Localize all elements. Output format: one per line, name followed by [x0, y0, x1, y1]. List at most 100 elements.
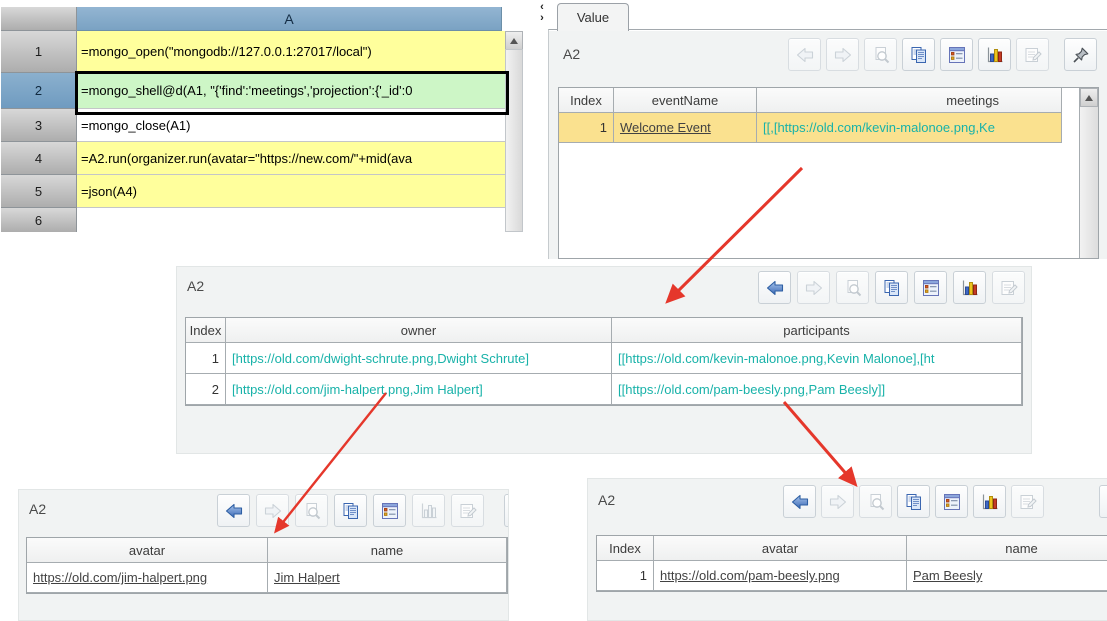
print-preview-button[interactable] [295, 494, 328, 527]
record-list-icon [921, 278, 941, 298]
properties-button[interactable] [451, 494, 484, 527]
properties-icon [999, 278, 1019, 298]
owner-array-cell[interactable]: [https://old.com/dwight-schrute.png,Dwig… [226, 343, 612, 374]
back-button[interactable] [788, 38, 821, 71]
value-table-scrollbar[interactable] [1079, 88, 1098, 258]
back-button[interactable] [783, 485, 816, 518]
select-all-corner[interactable] [1, 7, 77, 31]
back-button[interactable] [217, 494, 250, 527]
copy-button[interactable] [897, 485, 930, 518]
column-header-a[interactable]: A [77, 7, 502, 31]
index-cell: 1 [597, 561, 654, 591]
name-link-cell[interactable]: Jim Halpert [268, 563, 507, 593]
avatar-link-cell[interactable]: https://old.com/pam-beesly.png [654, 561, 907, 591]
pin-button[interactable] [504, 494, 509, 527]
chart-icon [985, 45, 1005, 65]
panel-splitter-arrows[interactable]: ‹ › [536, 2, 548, 32]
cell-a3[interactable]: =mongo_close(A1) [77, 109, 506, 142]
col-header-avatar: avatar [654, 536, 907, 561]
copy-button[interactable] [902, 38, 935, 71]
meetings-array-cell[interactable]: [[,[https://old.com/kevin-malonoe.png,Ke [757, 113, 1062, 143]
forward-icon [833, 45, 853, 65]
properties-button[interactable] [1016, 38, 1049, 71]
print-preview-icon [302, 501, 322, 521]
copy-icon [904, 492, 924, 512]
properties-icon [1018, 492, 1038, 512]
record-list-button[interactable] [935, 485, 968, 518]
record-list-icon [380, 501, 400, 521]
row-header-5[interactable]: 5 [1, 175, 77, 208]
chart-button[interactable] [973, 485, 1006, 518]
forward-button[interactable] [256, 494, 289, 527]
col-header-index: Index [186, 318, 226, 343]
col-header-owner: owner [226, 318, 612, 343]
print-preview-button[interactable] [864, 38, 897, 71]
chevron-right-icon: › [536, 13, 548, 24]
properties-icon [1023, 45, 1043, 65]
back-button[interactable] [758, 271, 791, 304]
copy-button[interactable] [875, 271, 908, 304]
print-preview-button[interactable] [859, 485, 892, 518]
chart-button[interactable] [412, 494, 445, 527]
row-header-3[interactable]: 3 [1, 109, 77, 142]
copy-icon [341, 501, 361, 521]
record-list-icon [947, 45, 967, 65]
sheet-vertical-scrollbar[interactable] [505, 49, 523, 232]
col-header-index: Index [597, 536, 654, 561]
print-preview-button[interactable] [836, 271, 869, 304]
col-header-participants: participants [612, 318, 1022, 343]
bottom-right-table-row: 1 https://old.com/pam-beesly.png Pam Bee… [597, 561, 1107, 591]
avatar-link-cell[interactable]: https://old.com/jim-halpert.png [27, 563, 268, 593]
name-link-cell[interactable]: Pam Beesly [907, 561, 1107, 591]
bottom-right-cell-ref: A2 [598, 492, 615, 508]
forward-button[interactable] [826, 38, 859, 71]
record-list-icon [942, 492, 962, 512]
middle-panel-toolbar [758, 271, 1025, 304]
participants-array-cell[interactable]: [[https://old.com/pam-beesly.png,Pam Bee… [612, 374, 1022, 405]
copy-button[interactable] [334, 494, 367, 527]
tab-value[interactable]: Value [557, 3, 629, 31]
value-scroll-up-button[interactable] [1080, 88, 1098, 107]
cell-a6[interactable] [77, 208, 506, 232]
row-header-6[interactable]: 6 [1, 208, 77, 232]
col-header-name: name [907, 536, 1107, 561]
back-icon [790, 492, 810, 512]
chart-button[interactable] [978, 38, 1011, 71]
properties-button[interactable] [992, 271, 1025, 304]
chart-button[interactable] [953, 271, 986, 304]
cell-a1[interactable]: =mongo_open("mongodb://127.0.0.1:27017/l… [77, 31, 506, 73]
record-list-button[interactable] [940, 38, 973, 71]
record-list-button[interactable] [914, 271, 947, 304]
row-header-1[interactable]: 1 [1, 31, 77, 73]
value-table-row: 1 Welcome Event [[,[https://old.com/kevi… [559, 113, 1098, 143]
eventname-link-cell[interactable]: Welcome Event [614, 113, 757, 143]
properties-button[interactable] [1011, 485, 1044, 518]
value-panel-toolbar [788, 38, 1097, 71]
middle-table-row: 2 [https://old.com/jim-halpert.png,Jim H… [186, 374, 1022, 405]
value-panel-cell-ref: A2 [563, 46, 580, 62]
pin-button[interactable] [1099, 485, 1107, 518]
forward-icon [828, 492, 848, 512]
cell-a5[interactable]: =json(A4) [77, 175, 506, 208]
cell-a2[interactable]: =mongo_shell@d(A1, "{'find':'meetings','… [77, 73, 506, 109]
middle-table-header: Index owner participants [186, 318, 1022, 343]
pin-button[interactable] [1064, 38, 1097, 71]
row-header-4[interactable]: 4 [1, 142, 77, 175]
record-list-button[interactable] [373, 494, 406, 527]
copy-icon [909, 45, 929, 65]
owner-array-cell[interactable]: [https://old.com/jim-halpert.png,Jim Hal… [226, 374, 612, 405]
participants-array-cell[interactable]: [[https://old.com/kevin-malonoe.png,Kevi… [612, 343, 1022, 374]
chart-icon [960, 278, 980, 298]
forward-button[interactable] [797, 271, 830, 304]
chevron-up-icon [1085, 95, 1093, 101]
back-icon [795, 45, 815, 65]
bottom-left-cell-ref: A2 [29, 501, 46, 517]
forward-button[interactable] [821, 485, 854, 518]
cell-a4[interactable]: =A2.run(organizer.run(avatar="https://ne… [77, 142, 506, 175]
print-preview-icon [866, 492, 886, 512]
col-header-avatar: avatar [27, 538, 268, 563]
sheet-scroll-up-button[interactable] [505, 31, 523, 50]
row-header-2[interactable]: 2 [1, 73, 77, 109]
value-table: Index eventName meetings 1 Welcome Event… [558, 87, 1099, 259]
bottom-left-table-row: https://old.com/jim-halpert.png Jim Halp… [27, 563, 507, 593]
